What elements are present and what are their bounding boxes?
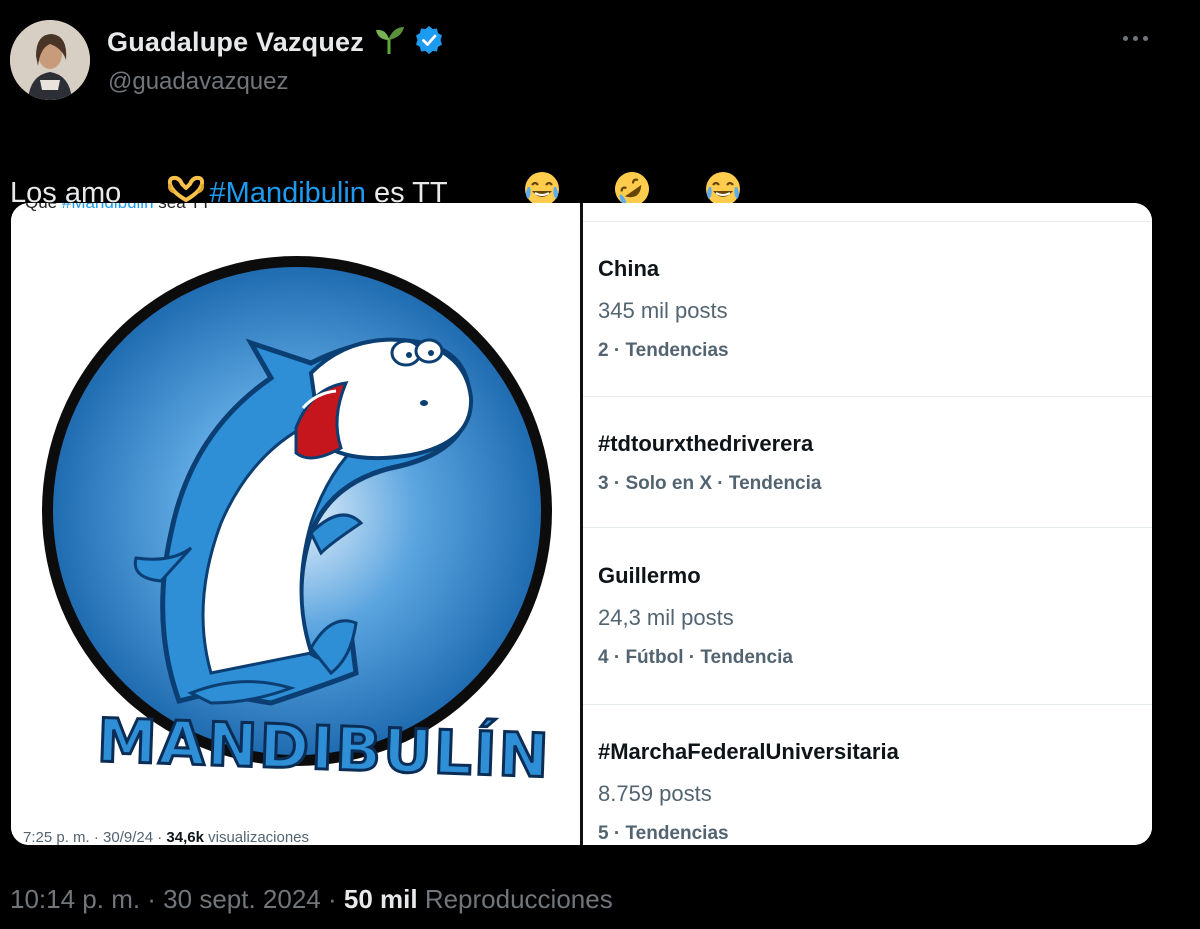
seedling-icon: [372, 24, 406, 61]
trend-title: China: [598, 256, 660, 281]
trend-item: Guillermo 24,3 mil posts 4 · Fútbol · Te…: [583, 528, 1152, 705]
trend-item: #MarchaFederalUniversitaria 8.759 posts …: [583, 705, 1152, 845]
tweet-timestamp[interactable]: 10:14 p. m. · 30 sept. 2024 ·: [10, 884, 344, 914]
avatar-photo: [10, 20, 90, 100]
author-handle[interactable]: @guadavazquez: [108, 68, 289, 96]
tweet-media[interactable]: Que #Mandibulin sea TT: [11, 203, 1152, 845]
trend-meta: 3 · Solo en X · Tendencia: [598, 473, 822, 494]
trend-item: [583, 203, 1152, 222]
trend-posts: 345 mil posts: [598, 298, 728, 323]
mandibulin-logo-text: MANDIBULÍN: [94, 705, 553, 794]
media-left-screenshot: Que #Mandibulin sea TT: [11, 203, 580, 845]
author-avatar[interactable]: [10, 20, 90, 100]
verified-badge-icon: [414, 25, 444, 60]
trend-posts: 24,3 mil posts: [598, 605, 734, 630]
crop-meta-time: 7:25 p. m. · 30/9/24 ·: [23, 829, 167, 845]
trend-meta: 2 · Tendencias: [598, 340, 729, 361]
more-options-icon[interactable]: [1118, 28, 1152, 48]
trend-meta: 4 · Fútbol · Tendencia: [598, 647, 793, 668]
trend-meta: 5 · Tendencias: [598, 823, 729, 844]
trend-title: Guillermo: [598, 563, 701, 588]
trend-posts: 8.759 posts: [598, 781, 712, 806]
crop-meta: 7:25 p. m. · 30/9/24 · 34,6k visualizaci…: [23, 829, 309, 845]
tweet-views-label: Reproducciones: [417, 884, 613, 914]
author-name-row: Guadalupe Vazquez: [107, 24, 444, 61]
tweet-footer: 10:14 p. m. · 30 sept. 2024 · 50 mil Rep…: [10, 884, 613, 915]
author-name[interactable]: Guadalupe Vazquez: [107, 27, 364, 58]
trend-title: #tdtourxthedriverera: [598, 431, 814, 456]
trend-item: China 345 mil posts 2 · Tendencias: [583, 222, 1152, 397]
trend-item: #tdtourxthedriverera 3 · Solo en X · Ten…: [583, 397, 1152, 528]
crop-meta-label: visualizaciones: [203, 829, 310, 845]
media-right-trends: China 345 mil posts 2 · Tendencias #tdto…: [583, 203, 1152, 845]
trend-title: #MarchaFederalUniversitaria: [598, 739, 899, 764]
tweet-views-count: 50 mil: [343, 884, 418, 914]
crop-meta-views: 34,6k: [166, 829, 204, 845]
